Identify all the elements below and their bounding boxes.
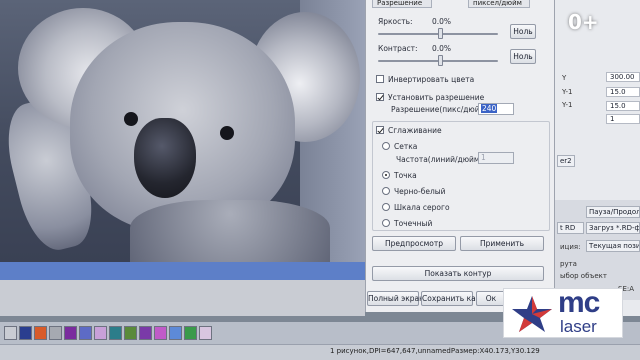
dotted-radio[interactable] [382, 219, 390, 227]
frequency-input[interactable]: 1 [478, 152, 514, 164]
image-preview [0, 0, 365, 262]
contrast-label: Контраст: [378, 44, 418, 53]
grayscale-label: Шкала серого [394, 203, 450, 212]
dot-label: Точка [394, 171, 417, 180]
color-swatch[interactable] [109, 326, 122, 340]
resolution-input[interactable]: 240 [478, 103, 514, 115]
color-swatch[interactable] [79, 326, 92, 340]
canvas-area [0, 280, 365, 316]
image-processing-dialog: Разрешение пиксел/дюйм Яркость: 0.0% Нол… [365, 0, 555, 312]
contrast-zero-button[interactable]: Ноль [510, 49, 536, 64]
load-rd-button[interactable]: Загруз *.RD-фа [586, 222, 640, 234]
brightness-zero-button[interactable]: Ноль [510, 24, 536, 39]
brightness-slider-thumb[interactable] [438, 28, 443, 39]
param-field-4[interactable]: 1 [606, 114, 640, 124]
current-position-field[interactable]: Текущая позиц [586, 240, 640, 252]
color-swatch[interactable] [19, 326, 32, 340]
smoothing-checkbox[interactable] [376, 126, 384, 134]
color-swatch[interactable] [154, 326, 167, 340]
color-swatch[interactable] [199, 326, 212, 340]
brightness-value: 0.0% [432, 17, 452, 26]
dot-radio[interactable] [382, 171, 390, 179]
param-field-3[interactable]: 15.0 [606, 101, 640, 111]
bw-label: Черно-белый [394, 187, 446, 196]
color-swatch[interactable] [94, 326, 107, 340]
show-contour-button[interactable]: Показать контур [372, 266, 544, 281]
dotted-label: Точечный [394, 219, 433, 228]
grayscale-radio[interactable] [382, 203, 390, 211]
koala-left-eye [124, 112, 138, 126]
contrast-slider-thumb[interactable] [438, 55, 443, 66]
grid-label: Сетка [394, 142, 418, 151]
resolution-label: Разрешение(пикс/дюйм): [391, 105, 491, 114]
route-label: рута [560, 260, 577, 268]
bw-radio[interactable] [382, 187, 390, 195]
color-swatch[interactable] [49, 326, 62, 340]
contrast-value: 0.0% [432, 44, 452, 53]
position-label: иция: [560, 243, 581, 251]
color-swatch[interactable] [124, 326, 137, 340]
param-label-3: Y-1 [562, 101, 573, 109]
select-object-label: ыбор объект [560, 272, 607, 280]
brightness-label: Яркость: [378, 17, 413, 26]
brand-mc: mc [558, 286, 600, 319]
invert-label: Инвертировать цвета [388, 75, 475, 84]
frequency-label: Частота(линий/дюйм): [396, 155, 486, 164]
rd-button[interactable]: t RD [557, 222, 584, 234]
invert-checkbox[interactable] [376, 75, 384, 83]
grid-radio[interactable] [382, 142, 390, 150]
color-swatch[interactable] [184, 326, 197, 340]
tab-layer2[interactable]: er2 [557, 155, 575, 167]
param-field-2[interactable]: 15.0 [606, 87, 640, 97]
koala-chest [130, 200, 330, 262]
age-rating-badge: 0+ [568, 10, 599, 34]
status-bar [0, 344, 640, 360]
image-frame-strip [0, 262, 365, 280]
status-text: 1 рисунок,DPI=647,647,unnamedРазмер:X40.… [330, 347, 540, 355]
brand-laser: laser [560, 317, 597, 336]
param-field-1[interactable]: 300.00 [606, 72, 640, 82]
fullscreen-button[interactable]: Полный экран [367, 291, 424, 306]
set-resolution-label: Установить разрешение [388, 93, 485, 102]
apply-button[interactable]: Применить [460, 236, 544, 251]
koala-nose [134, 118, 196, 198]
tab-resolution[interactable]: Разрешение [372, 0, 432, 8]
save-as-button[interactable]: Сохранить как [421, 291, 480, 306]
color-swatch[interactable] [64, 326, 77, 340]
resolution-value: 240 [481, 104, 498, 113]
param-label-2: Y-1 [562, 88, 573, 96]
param-label-1: Y [562, 74, 567, 82]
smoothing-label: Сглаживание [388, 126, 442, 135]
ok-button[interactable]: Ок [476, 291, 506, 306]
color-swatch[interactable] [139, 326, 152, 340]
tab-ppi[interactable]: пиксел/дюйм [468, 0, 530, 8]
color-swatch[interactable] [4, 326, 17, 340]
pause-continue-button[interactable]: Пауза/Продолж [586, 206, 640, 218]
set-resolution-checkbox[interactable] [376, 93, 384, 101]
preview-button[interactable]: Предпросмотр [372, 236, 456, 251]
star-logo-icon [512, 296, 552, 332]
koala-right-eye [220, 126, 234, 140]
color-swatch[interactable] [34, 326, 47, 340]
color-swatch[interactable] [169, 326, 182, 340]
